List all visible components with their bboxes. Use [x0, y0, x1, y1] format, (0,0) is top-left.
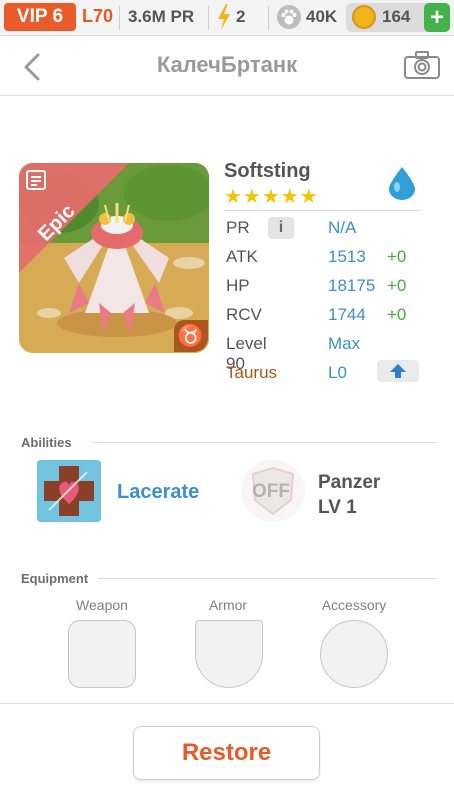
info-button[interactable]: i [268, 217, 294, 239]
accessory-slot[interactable] [320, 620, 388, 688]
coin-count: 164 [382, 7, 411, 26]
stat-label: ATK [226, 247, 258, 266]
stat-value: N/A [328, 218, 357, 237]
passive-ability-name: Panzer [318, 472, 381, 493]
passive-ability-info: Panzer LV 1 [318, 470, 380, 520]
paw-icon [277, 5, 301, 29]
ability-name[interactable]: Lacerate [117, 481, 199, 504]
stat-value: L0 [328, 363, 347, 382]
page-header: КалечБртанк [0, 36, 454, 96]
stat-value: 1744 [328, 305, 366, 324]
stat-label: RCV [226, 305, 262, 324]
add-coins-button[interactable]: + [424, 3, 450, 32]
accessory-label: Accessory [321, 597, 387, 613]
energy-count: 2 [236, 7, 246, 26]
food-count: 40K [306, 7, 338, 26]
restore-button[interactable]: Restore [133, 726, 320, 780]
star-rating: ★★★★★ [224, 186, 319, 208]
page-title: КалечБртанк [156, 52, 298, 77]
equipment-heading: Equipment [21, 571, 89, 586]
weapon-slot[interactable] [68, 620, 136, 688]
weapon-label: Weapon [76, 597, 128, 613]
water-drop-icon [389, 167, 415, 200]
divider [98, 578, 437, 579]
stat-bonus: +0 [387, 276, 407, 295]
armor-slot[interactable] [195, 620, 263, 688]
vip-badge[interactable]: VIP 6 [4, 3, 76, 31]
lacerate-ability-icon[interactable] [37, 460, 101, 522]
stat-bonus: +0 [387, 247, 407, 266]
stat-label: HP [226, 276, 250, 295]
ability-status: OFF [252, 481, 290, 502]
passive-ability-level: LV 1 [318, 497, 357, 518]
abilities-heading: Abilities [21, 435, 72, 450]
coin-icon [352, 5, 376, 29]
power-rating: 3.6M PR [128, 7, 195, 26]
armor-label: Armor [208, 597, 248, 613]
camera-icon[interactable] [403, 50, 441, 80]
lightning-icon [218, 4, 230, 30]
zodiac-upgrade-button[interactable] [377, 360, 419, 382]
stat-value: 1513 [328, 247, 366, 266]
divider [224, 210, 420, 211]
zodiac-badge: ♉ [174, 320, 208, 352]
zodiac-label: Taurus [226, 363, 278, 382]
stat-bonus: +0 [387, 305, 407, 324]
stat-value: Max [328, 334, 361, 353]
divider [119, 6, 120, 30]
player-level: L70 [82, 6, 114, 26]
divider [208, 6, 209, 30]
pet-name: Softsting [224, 160, 311, 182]
document-icon[interactable] [24, 168, 48, 192]
divider [268, 6, 269, 30]
stat-label: PR [226, 218, 250, 237]
arrow-up-icon [390, 364, 406, 378]
stat-value: 18175 [328, 276, 376, 295]
divider [92, 442, 437, 443]
status-bar: VIP 6 L70 3.6M PR 2 40K 164 + [0, 0, 454, 36]
